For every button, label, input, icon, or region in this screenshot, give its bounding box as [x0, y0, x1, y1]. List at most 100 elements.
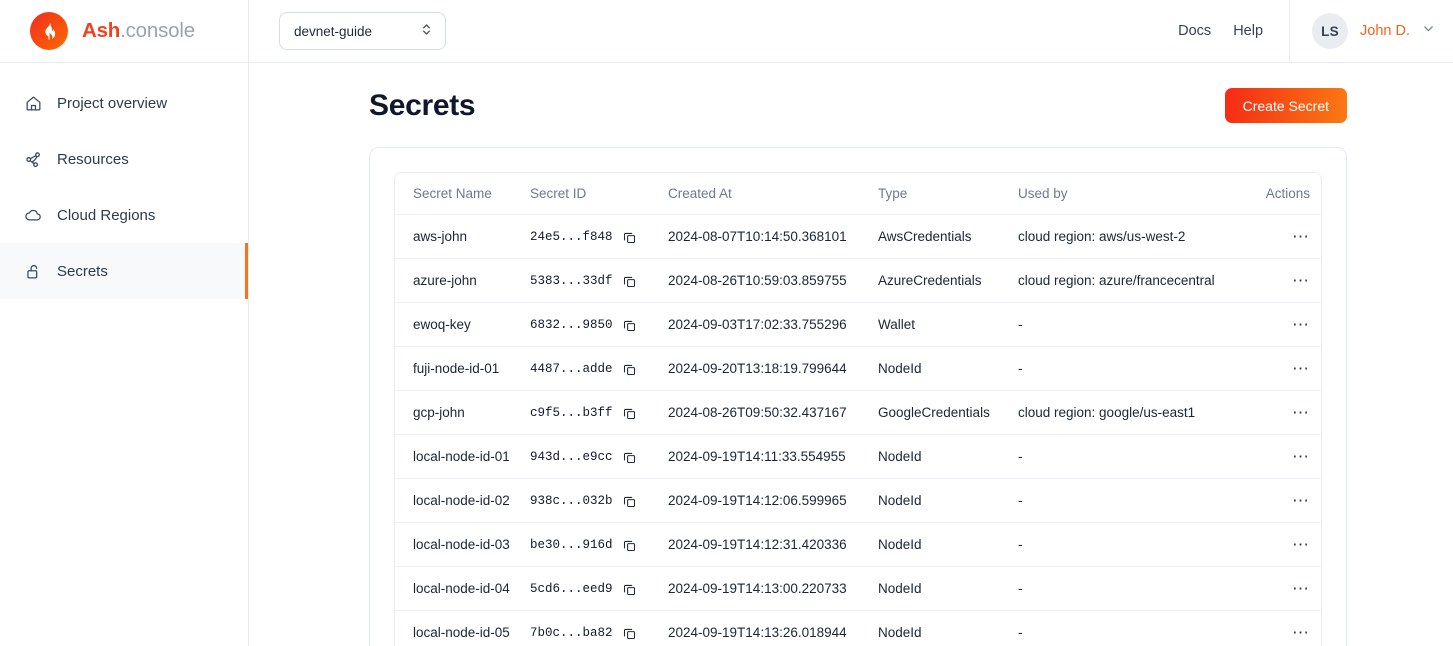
cell-secret-name: local-node-id-04 — [395, 566, 530, 611]
cell-secret-id: 5cd6...eed9 — [530, 566, 668, 611]
cell-actions: ⋯ — [1258, 434, 1321, 479]
cell-secret-name: ewoq-key — [395, 302, 530, 347]
cell-secret-id: 938c...032b — [530, 478, 668, 523]
avatar: LS — [1312, 13, 1349, 49]
top-bar: Ash.console devnet-guide Docs Help LS Jo… — [0, 0, 1453, 63]
ellipsis-horizontal-icon[interactable]: ⋯ — [1292, 228, 1310, 245]
column-header-secret-id: Secret ID — [530, 173, 668, 215]
chevron-down-icon — [1422, 22, 1435, 40]
table-row[interactable]: local-node-id-03 be30...916d 2024-09-19T14… — [395, 522, 1321, 567]
secret-id-value: 5cd6...eed9 — [530, 582, 613, 597]
cell-type: NodeId — [878, 434, 1018, 479]
cell-actions: ⋯ — [1258, 214, 1321, 259]
table-row[interactable]: fuji-node-id-01 4487...adde 2024-09-20T13:… — [395, 346, 1321, 391]
home-icon — [24, 94, 43, 113]
sidebar-item-secrets[interactable]: Secrets — [0, 243, 248, 299]
brand-name: Ash — [82, 19, 121, 42]
table-row[interactable]: aws-john 24e5...f848 2024-08-07T10:14:50.3… — [395, 214, 1321, 259]
cell-secret-name: local-node-id-05 — [413, 625, 510, 640]
cell-actions: ⋯ — [1258, 566, 1321, 611]
help-link[interactable]: Help — [1233, 0, 1263, 63]
cell-secret-id: 6832...9850 — [530, 302, 668, 347]
copy-icon[interactable] — [622, 362, 637, 377]
cell-created-at: 2024-08-26T09:50:32.437167 — [668, 390, 878, 435]
cell-secret-id: 7b0c...ba82 — [530, 611, 668, 646]
copy-icon[interactable] — [622, 318, 637, 333]
cell-type: NodeId — [878, 346, 1018, 391]
project-select[interactable]: devnet-guide — [279, 12, 446, 50]
cell-secret-name: gcp-john — [395, 390, 530, 435]
column-header-actions: Actions — [1258, 173, 1321, 215]
sidebar-item-resources[interactable]: Resources — [0, 131, 248, 187]
sidebar-item-label: Secrets — [57, 262, 108, 280]
cell-secret-id: 24e5...f848 — [530, 214, 668, 259]
cell-created-at: 2024-09-19T14:12:31.420336 — [668, 522, 878, 567]
table-row[interactable]: local-node-id-04 5cd6...eed9 2024-09-19T14… — [395, 566, 1321, 611]
sidebar-item-cloud-regions[interactable]: Cloud Regions — [0, 187, 248, 243]
cell-type: AzureCredentials — [878, 258, 1018, 303]
copy-icon[interactable] — [622, 274, 637, 289]
create-secret-button[interactable]: Create Secret — [1224, 88, 1347, 123]
table-header-row: Secret Name Secret ID Created At Type Us… — [395, 173, 1321, 215]
flame-icon — [30, 12, 68, 50]
cell-type: NodeId — [878, 478, 1018, 523]
table-row[interactable]: local-node-id-01 943d...e9cc 2024-09-19T14… — [395, 434, 1321, 479]
ellipsis-horizontal-icon[interactable]: ⋯ — [1292, 624, 1310, 641]
cell-actions: ⋯ — [1258, 522, 1321, 567]
cell-actions: ⋯ — [1258, 478, 1321, 523]
ellipsis-horizontal-icon[interactable]: ⋯ — [1292, 404, 1310, 421]
copy-icon[interactable] — [622, 406, 637, 421]
table-row[interactable]: local-node-id-05 7b0c...ba82 2024-09-19T14… — [395, 611, 1321, 646]
ellipsis-horizontal-icon[interactable]: ⋯ — [1292, 536, 1310, 553]
table-row[interactable]: ewoq-key 6832...9850 2024-09-03T17:02:33.7… — [395, 302, 1321, 347]
cell-type: NodeId — [878, 522, 1018, 567]
copy-icon[interactable] — [622, 582, 637, 597]
cell-secret-name: fuji-node-id-01 — [395, 346, 530, 391]
share-network-icon — [24, 150, 43, 169]
secret-id-value: 4487...adde — [530, 362, 613, 377]
table-body: aws-john 24e5...f848 2024-08-07T10:14:50.3… — [395, 214, 1321, 646]
cell-secret-name: aws-john — [395, 214, 530, 259]
cell-created-at: 2024-09-20T13:18:19.799644 — [668, 346, 878, 391]
brand-logo[interactable]: Ash.console — [0, 0, 249, 63]
cell-used-by: - — [1018, 625, 1023, 640]
secret-id-value: be30...916d — [530, 538, 613, 553]
column-header-used-by: Used by — [1018, 173, 1258, 215]
ellipsis-horizontal-icon[interactable]: ⋯ — [1292, 316, 1310, 333]
brand-title: Ash.console — [82, 19, 195, 43]
ellipsis-horizontal-icon[interactable]: ⋯ — [1292, 272, 1310, 289]
page-header: Secrets Create Secret — [249, 63, 1453, 123]
copy-icon[interactable] — [622, 450, 637, 465]
table-row[interactable]: azure-john 5383...33df 2024-08-26T10:59:03… — [395, 258, 1321, 303]
docs-link[interactable]: Docs — [1178, 0, 1211, 63]
ellipsis-horizontal-icon[interactable]: ⋯ — [1292, 492, 1310, 509]
copy-icon[interactable] — [622, 494, 637, 509]
copy-icon[interactable] — [622, 538, 637, 553]
copy-icon[interactable] — [622, 230, 637, 245]
top-links: Docs Help — [1178, 0, 1291, 63]
cell-used-by: - — [1018, 522, 1258, 567]
cell-actions: ⋯ — [1258, 258, 1321, 303]
top-bar-right: Docs Help LS John D. — [1178, 0, 1453, 63]
cell-used-by: - — [1018, 302, 1258, 347]
cell-secret-id: 4487...adde — [530, 346, 668, 391]
secrets-table: Secret Name Secret ID Created At Type Us… — [395, 173, 1321, 646]
ellipsis-horizontal-icon[interactable]: ⋯ — [1292, 580, 1310, 597]
main-content: Secrets Create Secret Secret Name Secret… — [249, 63, 1453, 646]
user-menu[interactable]: LS John D. — [1290, 13, 1453, 49]
secrets-table-wrapper: Secret Name Secret ID Created At Type Us… — [394, 172, 1322, 646]
secret-id-value: 938c...032b — [530, 494, 613, 509]
cell-used-by: cloud region: azure/francecentral — [1018, 258, 1258, 303]
ellipsis-horizontal-icon[interactable]: ⋯ — [1292, 448, 1310, 465]
cell-created-at: 2024-08-07T10:14:50.368101 — [668, 214, 878, 259]
cell-used-by: cloud region: google/us-east1 — [1018, 390, 1258, 435]
lock-open-icon — [24, 262, 43, 281]
cell-secret-id: 943d...e9cc — [530, 434, 668, 479]
sidebar-item-project-overview[interactable]: Project overview — [0, 75, 248, 131]
copy-icon[interactable] — [622, 626, 637, 641]
secret-id-value: 943d...e9cc — [530, 450, 613, 465]
column-header-type: Type — [878, 173, 1018, 215]
table-row[interactable]: gcp-john c9f5...b3ff 2024-08-26T09:50:32.4… — [395, 390, 1321, 435]
table-row[interactable]: local-node-id-02 938c...032b 2024-09-19T14… — [395, 478, 1321, 523]
ellipsis-horizontal-icon[interactable]: ⋯ — [1292, 360, 1310, 377]
